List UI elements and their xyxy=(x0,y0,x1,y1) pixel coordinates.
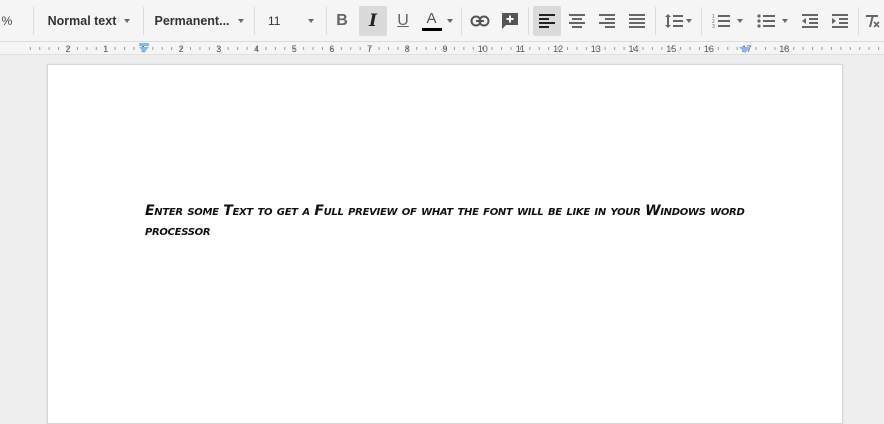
clear-formatting-icon xyxy=(866,15,880,28)
ruler-label: 3 xyxy=(216,44,221,54)
bold-icon: B xyxy=(336,12,348,29)
numbered-list-icon: 1 2 3 xyxy=(712,14,730,29)
zoom-suffix: % xyxy=(1,14,13,28)
chevron-down-icon xyxy=(736,19,743,23)
font-family-select[interactable]: Permanent... xyxy=(148,6,250,36)
clear-formatting-button[interactable] xyxy=(864,6,884,36)
svg-text:3: 3 xyxy=(712,24,715,29)
align-justify-icon xyxy=(629,14,645,28)
document-body-text[interactable]: Enter some Text to get a Full preview of… xyxy=(145,201,745,241)
chevron-down-icon xyxy=(446,19,453,23)
text-color-icon: A xyxy=(421,10,442,31)
ruler-label: 10 xyxy=(478,44,488,54)
ruler-scale: 21123456789101112131415161718 xyxy=(29,43,880,54)
toolbar-divider xyxy=(461,7,462,35)
ruler-label: 9 xyxy=(442,44,447,54)
increase-indent-button[interactable] xyxy=(826,6,854,36)
align-left-icon xyxy=(539,14,555,28)
font-size-label: 11 xyxy=(268,14,281,28)
ruler-label: 2 xyxy=(179,44,184,54)
ruler-label: 12 xyxy=(553,44,563,54)
chevron-down-icon xyxy=(237,19,244,23)
link-icon xyxy=(470,15,490,27)
bulleted-list-icon xyxy=(756,14,775,28)
font-size-select[interactable]: 11 xyxy=(258,6,322,36)
paragraph-style-label: Normal text xyxy=(47,14,117,28)
insert-comment-button[interactable] xyxy=(496,6,524,36)
document-page[interactable]: Enter some Text to get a Full preview of… xyxy=(47,64,843,424)
underline-button[interactable]: U xyxy=(389,6,417,36)
ruler-label: 1 xyxy=(103,44,108,54)
ruler-label: 16 xyxy=(704,44,714,54)
justify-button[interactable] xyxy=(623,6,651,36)
ruler-label: 8 xyxy=(405,44,410,54)
toolbar-divider xyxy=(326,7,327,35)
align-center-icon xyxy=(569,14,585,28)
chevron-down-icon xyxy=(685,19,692,23)
ruler-label: 4 xyxy=(254,44,259,54)
formatting-toolbar: % Normal text Permanent... 11 B I U A 1 … xyxy=(0,0,884,42)
toolbar-divider xyxy=(655,7,656,35)
add-comment-icon xyxy=(502,13,518,29)
bulleted-list-button[interactable] xyxy=(752,6,792,36)
ruler-label: 18 xyxy=(779,44,789,54)
bold-button[interactable]: B xyxy=(328,6,356,36)
ruler-label: 14 xyxy=(628,44,638,54)
line-spacing-button[interactable] xyxy=(660,6,696,36)
increase-indent-icon xyxy=(832,14,848,28)
line-spacing-icon xyxy=(664,14,683,28)
decrease-indent-icon xyxy=(802,14,818,28)
italic-icon: I xyxy=(369,11,377,31)
paragraph-style-select[interactable]: Normal text xyxy=(38,6,140,36)
text-color-letter: A xyxy=(426,10,437,27)
toolbar-divider xyxy=(254,7,255,35)
underline-icon: U xyxy=(397,12,409,29)
toolbar-divider xyxy=(33,7,34,35)
decrease-indent-button[interactable] xyxy=(796,6,824,36)
toolbar-divider xyxy=(143,7,144,35)
insert-link-button[interactable] xyxy=(466,6,494,36)
text-color-swatch xyxy=(421,28,442,31)
toolbar-divider xyxy=(701,7,702,35)
chevron-down-icon xyxy=(308,19,314,23)
zoom-select[interactable]: % xyxy=(0,6,14,36)
ruler-label: 2 xyxy=(65,44,70,54)
italic-button[interactable]: I xyxy=(359,6,387,36)
chevron-down-icon xyxy=(124,19,131,23)
ruler-label: 15 xyxy=(666,44,676,54)
toolbar-divider xyxy=(858,7,859,35)
align-left-button[interactable] xyxy=(533,6,561,36)
first-line-indent-marker[interactable] xyxy=(139,43,149,46)
ruler-label: 6 xyxy=(329,44,334,54)
align-right-icon xyxy=(599,14,615,28)
ruler-label: 5 xyxy=(292,44,297,54)
ruler-label: 7 xyxy=(367,44,372,54)
align-right-button[interactable] xyxy=(593,6,621,36)
horizontal-ruler[interactable]: 21123456789101112131415161718 xyxy=(0,42,884,55)
toolbar-divider xyxy=(528,7,529,35)
numbered-list-button[interactable]: 1 2 3 xyxy=(707,6,747,36)
font-family-label: Permanent... xyxy=(154,14,230,28)
ruler-label: 13 xyxy=(591,44,601,54)
align-center-button[interactable] xyxy=(563,6,591,36)
text-color-button[interactable]: A xyxy=(418,6,456,36)
chevron-down-icon xyxy=(781,19,788,23)
ruler-label: 11 xyxy=(516,44,525,54)
